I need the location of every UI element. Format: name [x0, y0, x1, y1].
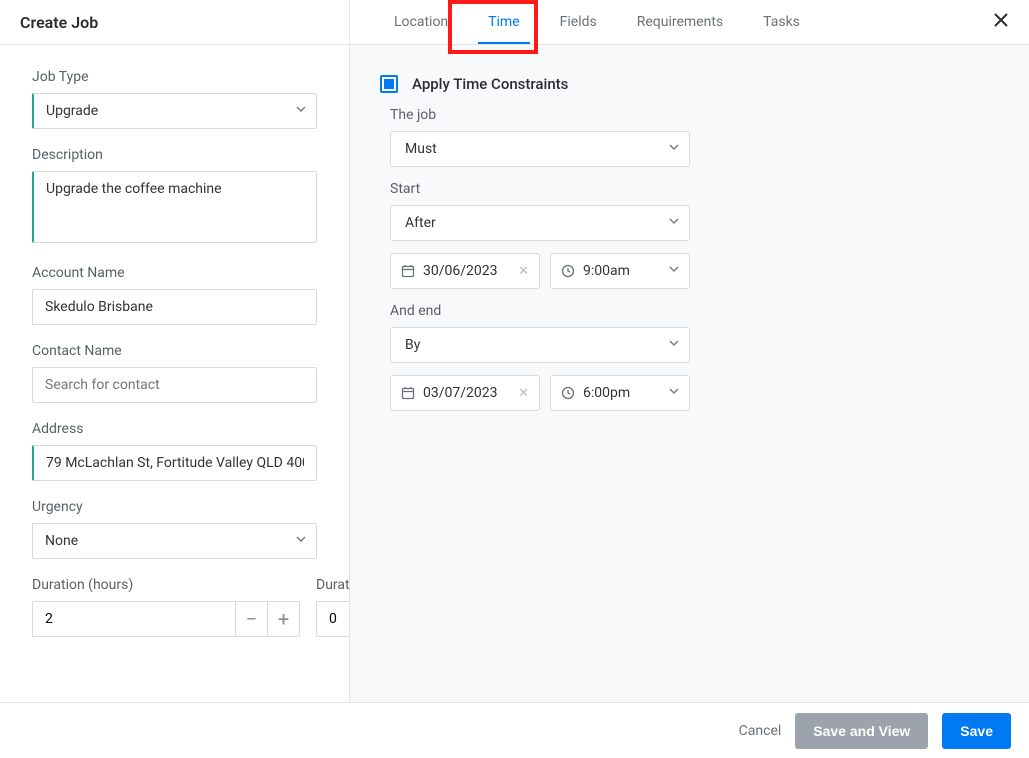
duration-hours-input[interactable]: [33, 602, 235, 636]
clock-icon: [561, 264, 575, 278]
job-type-value: Upgrade: [46, 103, 98, 119]
left-panel: Create Job Job Type Upgrade Description …: [0, 0, 350, 702]
clear-date-button[interactable]: ✕: [518, 264, 529, 279]
apply-constraints-checkbox[interactable]: [380, 75, 398, 93]
contact-name-label: Contact Name: [32, 343, 317, 359]
clock-icon: [561, 386, 575, 400]
minus-icon: −: [246, 607, 257, 631]
job-constraint-select[interactable]: Must: [390, 131, 690, 167]
chevron-down-icon: [669, 218, 679, 228]
tab-tasks[interactable]: Tasks: [743, 0, 820, 44]
time-tab-body: Apply Time Constraints The job Must Star…: [350, 45, 1029, 441]
chevron-down-icon: [669, 388, 679, 398]
end-constraint-value: By: [405, 337, 420, 353]
tab-label: Tasks: [763, 14, 800, 30]
tab-fields[interactable]: Fields: [540, 0, 617, 44]
start-date-field[interactable]: 30/06/2023 ✕: [390, 253, 540, 289]
save-button[interactable]: Save: [942, 713, 1011, 749]
duration-minutes-label: Duration (minutes): [316, 577, 349, 593]
description-label: Description: [32, 147, 317, 163]
calendar-icon: [401, 386, 415, 400]
tab-label: Location: [394, 14, 448, 30]
save-and-view-button[interactable]: Save and View: [795, 713, 928, 749]
chevron-down-icon: [669, 340, 679, 350]
account-name-label: Account Name: [32, 265, 317, 281]
start-constraint-select[interactable]: After: [390, 205, 690, 241]
footer-bar: Cancel Save and View Save: [0, 702, 1029, 758]
tabs-bar: Location Time Fields Requirements Tasks: [350, 0, 1029, 45]
job-constraint-value: Must: [405, 141, 437, 157]
start-constraint-value: After: [405, 215, 436, 231]
contact-name-input[interactable]: [32, 367, 317, 403]
clear-date-button[interactable]: ✕: [518, 386, 529, 401]
x-icon: ✕: [518, 264, 529, 279]
chevron-down-icon: [669, 144, 679, 154]
close-icon: [993, 12, 1009, 32]
tab-location[interactable]: Location: [374, 0, 468, 44]
chevron-down-icon: [296, 106, 306, 116]
address-label: Address: [32, 421, 317, 437]
tab-time[interactable]: Time: [468, 0, 539, 44]
tab-label: Requirements: [637, 14, 723, 30]
address-input[interactable]: [32, 445, 317, 481]
end-time-value: 6:00pm: [583, 385, 630, 401]
end-time-field[interactable]: 6:00pm: [550, 375, 690, 411]
description-textarea[interactable]: [32, 171, 317, 243]
page-title: Create Job: [20, 13, 98, 32]
start-time-value: 9:00am: [583, 263, 630, 279]
tab-label: Time: [488, 14, 519, 30]
urgency-value: None: [45, 533, 78, 549]
end-constraint-label: And end: [390, 303, 999, 319]
x-icon: ✕: [518, 386, 529, 401]
urgency-label: Urgency: [32, 499, 317, 515]
cancel-button[interactable]: Cancel: [739, 723, 782, 739]
urgency-select[interactable]: None: [32, 523, 317, 559]
chevron-down-icon: [669, 266, 679, 276]
duration-minutes-input[interactable]: [317, 602, 349, 636]
apply-constraints-label: Apply Time Constraints: [412, 75, 568, 93]
start-constraint-label: Start: [390, 181, 999, 197]
left-header: Create Job: [0, 0, 349, 45]
minus-button[interactable]: −: [235, 602, 267, 636]
end-date-value: 03/07/2023: [423, 385, 498, 401]
create-job-form: Job Type Upgrade Description Account Nam…: [0, 45, 349, 679]
close-button[interactable]: [991, 12, 1011, 32]
checkbox-inner-icon: [384, 79, 394, 89]
plus-icon: +: [278, 607, 289, 631]
tab-label: Fields: [560, 14, 597, 30]
job-type-label: Job Type: [32, 69, 317, 85]
end-date-field[interactable]: 03/07/2023 ✕: [390, 375, 540, 411]
start-time-field[interactable]: 9:00am: [550, 253, 690, 289]
duration-hours-label: Duration (hours): [32, 577, 300, 593]
calendar-icon: [401, 264, 415, 278]
account-name-input[interactable]: [32, 289, 317, 325]
duration-minutes-stepper[interactable]: − +: [316, 601, 349, 637]
end-constraint-select[interactable]: By: [390, 327, 690, 363]
job-type-select[interactable]: Upgrade: [32, 93, 317, 129]
right-panel: Location Time Fields Requirements Tasks …: [350, 0, 1029, 702]
job-constraint-label: The job: [390, 107, 999, 123]
plus-button[interactable]: +: [267, 602, 299, 636]
start-date-value: 30/06/2023: [423, 263, 498, 279]
chevron-down-icon: [296, 536, 306, 546]
duration-hours-stepper[interactable]: − +: [32, 601, 300, 637]
tab-requirements[interactable]: Requirements: [617, 0, 743, 44]
